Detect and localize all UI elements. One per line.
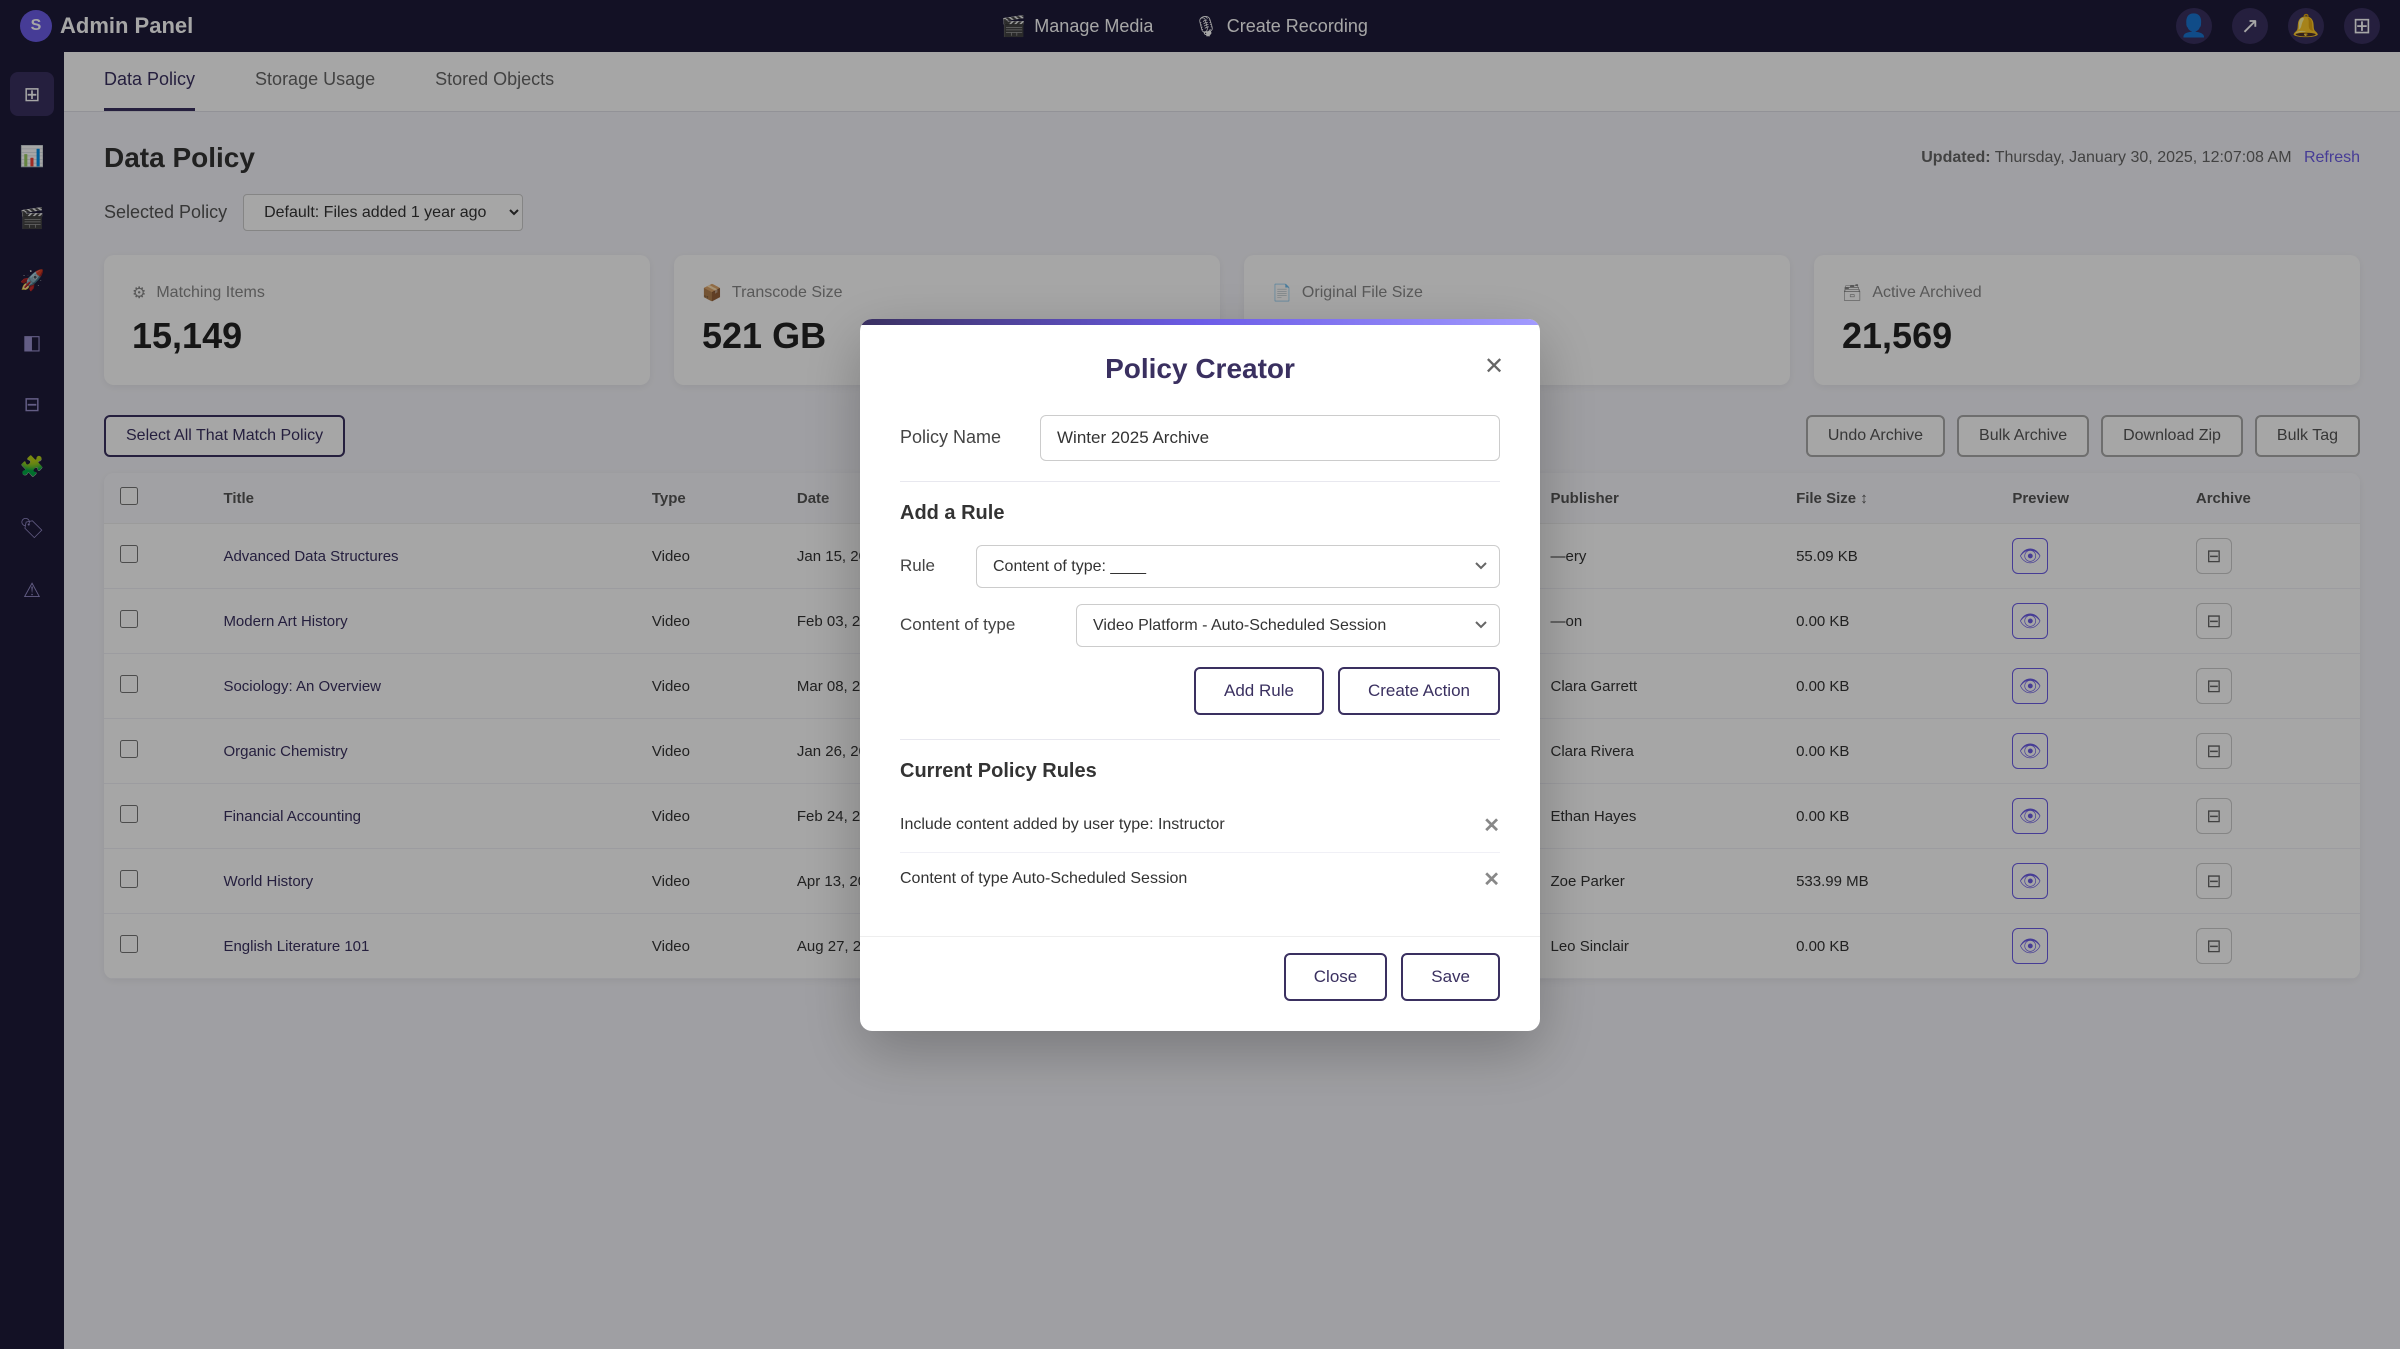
- modal-header: Policy Creator ✕: [860, 325, 1540, 405]
- current-rule-1: Include content added by user type: Inst…: [900, 799, 1500, 853]
- content-type-select[interactable]: Video Platform - Auto-Scheduled Session …: [1076, 604, 1500, 647]
- modal-footer-close-button[interactable]: Close: [1284, 953, 1387, 1001]
- rule-2-text: Content of type Auto-Scheduled Session: [900, 870, 1187, 888]
- content-type-label: Content of type: [900, 615, 1060, 635]
- modal-footer-save-button[interactable]: Save: [1401, 953, 1500, 1001]
- rule-1-text: Include content added by user type: Inst…: [900, 816, 1225, 834]
- modal-divider-1: [900, 481, 1500, 482]
- remove-rule-1-button[interactable]: ✕: [1483, 813, 1500, 838]
- current-rule-2: Content of type Auto-Scheduled Session ✕: [900, 853, 1500, 906]
- modal-divider-2: [900, 739, 1500, 740]
- create-action-button[interactable]: Create Action: [1338, 667, 1500, 715]
- current-policy-rules-section: Current Policy Rules Include content add…: [900, 760, 1500, 906]
- content-type-row: Content of type Video Platform - Auto-Sc…: [900, 604, 1500, 647]
- add-rule-title: Add a Rule: [900, 502, 1500, 525]
- policy-name-label: Policy Name: [900, 427, 1020, 448]
- policy-name-input[interactable]: [1040, 415, 1500, 461]
- rule-select[interactable]: Content of type: ____ Content added by u…: [976, 545, 1500, 588]
- add-rule-button[interactable]: Add Rule: [1194, 667, 1324, 715]
- rule-row: Rule Content of type: ____ Content added…: [900, 545, 1500, 588]
- remove-rule-2-button[interactable]: ✕: [1483, 867, 1500, 892]
- modal-btn-row: Add Rule Create Action: [900, 667, 1500, 715]
- modal-body: Policy Name Add a Rule Rule Content of t…: [860, 405, 1540, 936]
- modal-overlay[interactable]: Policy Creator ✕ Policy Name Add a Rule …: [0, 0, 2400, 1349]
- add-rule-section: Add a Rule Rule Content of type: ____ Co…: [900, 502, 1500, 715]
- policy-creator-modal: Policy Creator ✕ Policy Name Add a Rule …: [860, 319, 1540, 1031]
- current-rules-title: Current Policy Rules: [900, 760, 1500, 783]
- policy-name-row: Policy Name: [900, 415, 1500, 461]
- modal-close-button[interactable]: ✕: [1476, 349, 1512, 385]
- modal-title: Policy Creator: [1105, 353, 1295, 385]
- rule-label: Rule: [900, 556, 960, 576]
- modal-footer: Close Save: [860, 936, 1540, 1031]
